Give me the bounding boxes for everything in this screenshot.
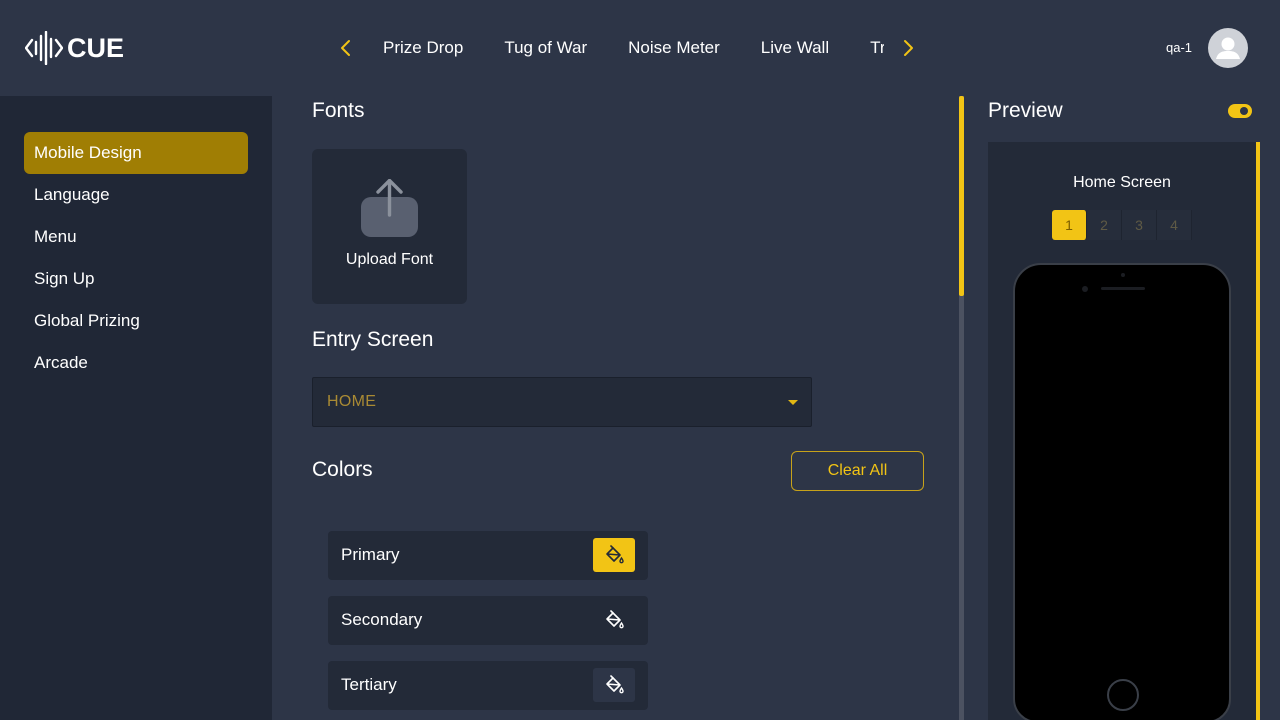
top-header: CUE Prize Drop Tug of War Noise Meter Li… — [0, 0, 1280, 96]
color-row-secondary: Secondary — [328, 596, 648, 645]
phone-mockup — [1013, 263, 1231, 720]
preview-title: Preview — [988, 99, 1063, 122]
nav-item-noise-meter[interactable]: Noise Meter — [611, 28, 737, 68]
preview-screen-name: Home Screen — [1073, 174, 1171, 191]
toggle-knob — [1240, 107, 1248, 115]
nav-item-live-wall[interactable]: Live Wall — [744, 28, 846, 68]
sidebar-item-language[interactable]: Language — [24, 174, 248, 216]
nav-item-prize-drop[interactable]: Prize Drop — [366, 28, 480, 68]
upload-icon — [361, 178, 419, 242]
upload-font-label: Upload Font — [345, 251, 434, 268]
color-row-tertiary: Tertiary — [328, 661, 648, 710]
primary-color-picker-button[interactable] — [593, 538, 635, 572]
page-button-3[interactable]: 3 — [1122, 210, 1157, 240]
secondary-color-picker-button[interactable] — [593, 603, 635, 637]
tertiary-color-picker-button[interactable] — [593, 668, 635, 702]
phone-sensor — [1121, 273, 1125, 277]
avatar[interactable] — [1208, 28, 1248, 68]
paint-bucket-icon — [606, 675, 624, 694]
upload-font-button[interactable]: Upload Font — [312, 149, 467, 304]
cue-logo[interactable]: CUE — [25, 31, 124, 65]
page-button-1[interactable]: 1 — [1052, 210, 1087, 240]
color-row-primary: Primary — [328, 531, 648, 580]
paint-bucket-icon — [606, 610, 624, 629]
caret-down-icon — [788, 400, 798, 405]
sidebar-item-global-prizing[interactable]: Global Prizing — [24, 300, 248, 342]
sidebar-item-mobile-design[interactable]: Mobile Design — [24, 132, 248, 174]
sidebar-item-arcade[interactable]: Arcade — [24, 342, 248, 384]
chevron-left-icon — [341, 40, 350, 56]
user-name: qa-1 — [1166, 40, 1193, 55]
entry-screen-select[interactable]: HOME — [312, 377, 812, 427]
phone-camera-icon — [1082, 286, 1088, 292]
phone-home-button — [1107, 679, 1139, 711]
nav-item-tug-of-war[interactable]: Tug of War — [487, 28, 604, 68]
paint-bucket-icon — [606, 545, 624, 564]
user-icon — [1216, 37, 1240, 59]
sidebar-item-sign-up[interactable]: Sign Up — [24, 258, 248, 300]
phone-speaker — [1101, 287, 1145, 290]
clear-all-button[interactable]: Clear All — [791, 451, 924, 491]
sidebar: Mobile Design Language Menu Sign Up Glob… — [0, 96, 272, 720]
color-label-secondary: Secondary — [341, 610, 423, 629]
entry-screen-title: Entry Screen — [312, 328, 434, 351]
preview-toggle[interactable] — [1228, 104, 1252, 118]
logo-text: CUE — [67, 32, 125, 63]
main-scrollbar-thumb[interactable] — [959, 96, 964, 296]
nav-prev-button[interactable] — [336, 36, 356, 60]
sound-wave-logo-icon — [25, 31, 63, 65]
page-button-4[interactable]: 4 — [1157, 210, 1192, 240]
color-label-primary: Primary — [341, 545, 400, 564]
color-label-tertiary: Tertiary — [341, 675, 397, 694]
colors-title: Colors — [312, 458, 373, 481]
preview-scrollbar[interactable] — [1256, 142, 1260, 720]
sidebar-item-menu[interactable]: Menu — [24, 216, 248, 258]
nav-next-button[interactable] — [898, 36, 918, 60]
page-button-2[interactable]: 2 — [1087, 210, 1122, 240]
fonts-title: Fonts — [312, 99, 365, 122]
entry-screen-value: HOME — [327, 393, 377, 410]
chevron-right-icon — [904, 40, 913, 56]
nav-item-trivia[interactable]: Trivia — [853, 28, 884, 68]
module-nav: Prize Drop Tug of War Noise Meter Live W… — [366, 28, 884, 68]
preview-pager: 1 2 3 4 — [1052, 210, 1192, 240]
